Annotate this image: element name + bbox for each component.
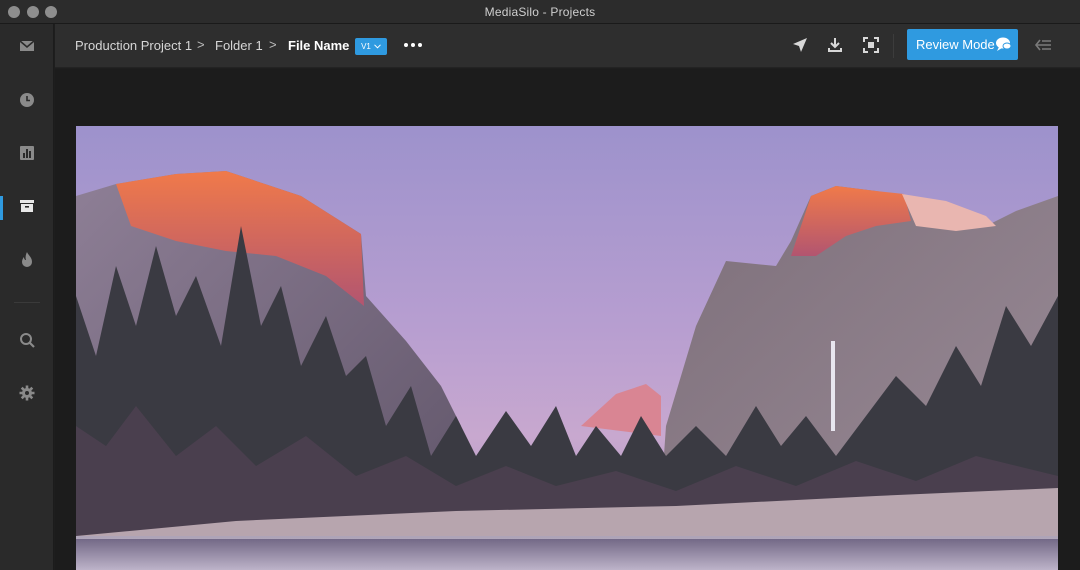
sidebar-item-analytics[interactable] bbox=[0, 135, 54, 175]
sidebar-item-settings[interactable] bbox=[0, 375, 54, 415]
chat-bubble-icon bbox=[995, 36, 1012, 55]
download-icon[interactable] bbox=[826, 36, 844, 54]
breadcrumb-file-name: File Name bbox=[288, 38, 350, 53]
clock-icon bbox=[18, 91, 36, 114]
media-image[interactable] bbox=[76, 126, 1058, 570]
sidebar-item-recent[interactable] bbox=[0, 82, 54, 122]
search-icon bbox=[18, 331, 36, 354]
version-dropdown[interactable]: V1 bbox=[355, 38, 387, 55]
send-icon[interactable] bbox=[791, 36, 809, 54]
sidebar-item-inbox[interactable] bbox=[0, 28, 54, 68]
archive-icon bbox=[18, 197, 36, 220]
inbox-icon bbox=[18, 37, 36, 60]
review-mode-button[interactable]: Review Mode bbox=[907, 29, 1018, 60]
review-mode-label: Review Mode bbox=[916, 37, 995, 52]
collapse-icon[interactable] bbox=[1034, 36, 1052, 54]
sidebar-item-trending[interactable] bbox=[0, 242, 54, 282]
breadcrumb-separator: > bbox=[197, 37, 205, 52]
flame-icon bbox=[18, 251, 36, 274]
sidebar-divider bbox=[14, 302, 40, 303]
window-title: MediaSilo - Projects bbox=[484, 5, 596, 19]
sidebar-item-projects[interactable] bbox=[0, 188, 54, 228]
breadcrumb-folder[interactable]: Folder 1 bbox=[215, 38, 263, 53]
breadcrumb-project[interactable]: Production Project 1 bbox=[75, 38, 192, 53]
toolbar-divider bbox=[893, 34, 894, 58]
media-viewer bbox=[55, 69, 1080, 570]
chevron-down-icon bbox=[374, 42, 381, 51]
title-bar: MediaSilo - Projects bbox=[0, 0, 1080, 24]
focus-icon[interactable] bbox=[862, 36, 880, 54]
gear-icon bbox=[18, 384, 36, 407]
more-options-icon[interactable] bbox=[404, 35, 422, 55]
breadcrumb-separator: > bbox=[269, 37, 277, 52]
analytics-icon bbox=[18, 144, 36, 167]
version-label: V1 bbox=[361, 42, 371, 51]
sidebar bbox=[0, 24, 54, 570]
sidebar-item-search[interactable] bbox=[0, 322, 54, 362]
header-toolbar: Production Project 1 > Folder 1 > File N… bbox=[55, 24, 1080, 68]
